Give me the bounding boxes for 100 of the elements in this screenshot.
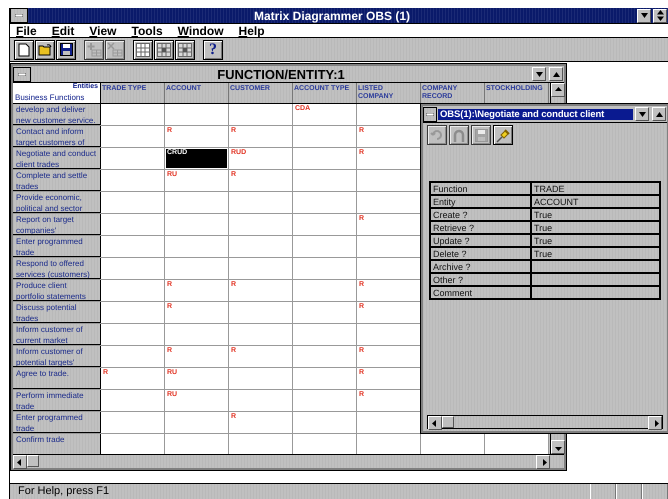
menu-item[interactable]: Tools bbox=[126, 24, 172, 38]
property-value[interactable]: True bbox=[531, 221, 660, 234]
matrix-cell[interactable] bbox=[165, 214, 229, 235]
matrix-cell[interactable] bbox=[293, 280, 357, 301]
matrix-cell[interactable] bbox=[101, 126, 165, 147]
matrix-cell[interactable] bbox=[101, 148, 165, 169]
minimize-button[interactable] bbox=[532, 67, 546, 81]
matrix-cell[interactable] bbox=[293, 214, 357, 235]
matrix-cell[interactable] bbox=[357, 324, 421, 345]
system-menu-button[interactable] bbox=[423, 106, 437, 122]
matrix-cell[interactable] bbox=[165, 434, 229, 454]
matrix-cell[interactable] bbox=[357, 434, 421, 454]
matrix-cell[interactable] bbox=[293, 412, 357, 433]
matrix-cell[interactable] bbox=[357, 170, 421, 191]
matrix-cell[interactable] bbox=[165, 104, 229, 125]
maximize-button[interactable] bbox=[652, 107, 666, 121]
matrix-cell[interactable] bbox=[293, 236, 357, 257]
matrix-cell[interactable] bbox=[293, 434, 357, 454]
scroll-thumb[interactable] bbox=[27, 455, 39, 467]
matrix-cell[interactable] bbox=[101, 390, 165, 411]
toolbar-button[interactable] bbox=[133, 40, 153, 60]
scroll-left-button[interactable] bbox=[428, 416, 442, 430]
matrix-cell[interactable] bbox=[101, 214, 165, 235]
matrix-cell[interactable] bbox=[229, 368, 293, 389]
matrix-cell[interactable] bbox=[421, 434, 485, 454]
matrix-cell[interactable] bbox=[293, 368, 357, 389]
matrix-cell[interactable] bbox=[101, 346, 165, 367]
matrix-cell[interactable] bbox=[229, 390, 293, 411]
toolbar-button[interactable] bbox=[35, 40, 55, 60]
matrix-cell[interactable] bbox=[229, 258, 293, 279]
matrix-cell[interactable] bbox=[293, 346, 357, 367]
scroll-up-button[interactable] bbox=[551, 83, 565, 97]
scroll-right-button[interactable] bbox=[648, 416, 662, 430]
matrix-cell[interactable] bbox=[101, 302, 165, 323]
property-value[interactable]: ACCOUNT bbox=[531, 195, 660, 208]
property-value[interactable] bbox=[531, 286, 660, 299]
matrix-cell[interactable] bbox=[165, 236, 229, 257]
matrix-cell[interactable] bbox=[101, 104, 165, 125]
toolbar-button[interactable] bbox=[154, 40, 174, 60]
matrix-cell[interactable] bbox=[165, 192, 229, 213]
property-value[interactable]: True bbox=[531, 234, 660, 247]
matrix-cell[interactable] bbox=[101, 412, 165, 433]
property-value[interactable]: True bbox=[531, 247, 660, 260]
matrix-cell[interactable] bbox=[229, 236, 293, 257]
toolbar-button[interactable] bbox=[56, 40, 76, 60]
matrix-cell[interactable] bbox=[101, 192, 165, 213]
system-menu-button[interactable] bbox=[10, 8, 28, 23]
matrix-cell[interactable] bbox=[229, 324, 293, 345]
matrix-cell[interactable] bbox=[293, 324, 357, 345]
property-value[interactable]: True bbox=[531, 208, 660, 221]
horizontal-scrollbar[interactable] bbox=[13, 454, 564, 468]
matrix-cell[interactable] bbox=[229, 192, 293, 213]
matrix-cell[interactable] bbox=[229, 302, 293, 323]
menu-item[interactable]: View bbox=[83, 24, 126, 38]
matrix-cell[interactable] bbox=[357, 192, 421, 213]
matrix-cell[interactable] bbox=[229, 214, 293, 235]
matrix-cell[interactable] bbox=[229, 104, 293, 125]
help-button[interactable]: ? bbox=[203, 40, 223, 60]
scroll-thumb[interactable] bbox=[442, 416, 454, 428]
matrix-cell[interactable] bbox=[357, 104, 421, 125]
matrix-cell[interactable] bbox=[293, 126, 357, 147]
matrix-cell[interactable] bbox=[293, 390, 357, 411]
scroll-down-button[interactable] bbox=[551, 440, 565, 454]
scroll-right-button[interactable] bbox=[536, 455, 550, 469]
horizontal-scrollbar[interactable] bbox=[427, 415, 663, 429]
matrix-cell[interactable] bbox=[165, 412, 229, 433]
menu-item[interactable]: Window bbox=[172, 24, 233, 38]
property-value[interactable] bbox=[531, 273, 660, 286]
matrix-cell[interactable] bbox=[357, 236, 421, 257]
scroll-left-button[interactable] bbox=[13, 455, 27, 469]
menu-item[interactable]: Help bbox=[232, 24, 274, 38]
matrix-cell[interactable] bbox=[229, 434, 293, 454]
property-value[interactable] bbox=[531, 260, 660, 273]
maximize-button[interactable] bbox=[549, 67, 563, 81]
minimize-button[interactable] bbox=[637, 8, 651, 22]
matrix-cell[interactable] bbox=[165, 324, 229, 345]
matrix-cell[interactable] bbox=[101, 170, 165, 191]
minimize-button[interactable] bbox=[635, 107, 649, 121]
matrix-cell[interactable] bbox=[101, 434, 165, 454]
property-value[interactable]: TRADE bbox=[531, 182, 660, 195]
maximize-button[interactable] bbox=[653, 8, 667, 22]
matrix-cell[interactable] bbox=[101, 236, 165, 257]
matrix-cell[interactable] bbox=[293, 148, 357, 169]
matrix-cell[interactable] bbox=[165, 258, 229, 279]
toolbar-button[interactable] bbox=[14, 40, 34, 60]
matrix-cell[interactable] bbox=[485, 434, 549, 454]
menu-item[interactable]: Edit bbox=[46, 24, 84, 38]
toolbar-button[interactable] bbox=[493, 125, 513, 145]
matrix-cell[interactable] bbox=[293, 302, 357, 323]
matrix-cell[interactable] bbox=[293, 192, 357, 213]
menu-item[interactable]: File bbox=[10, 24, 46, 38]
matrix-cell[interactable] bbox=[293, 258, 357, 279]
system-menu-button[interactable] bbox=[13, 66, 31, 82]
matrix-cell[interactable] bbox=[357, 412, 421, 433]
matrix-cell[interactable] bbox=[101, 258, 165, 279]
matrix-cell[interactable] bbox=[357, 258, 421, 279]
matrix-cell[interactable] bbox=[101, 280, 165, 301]
toolbar-button[interactable] bbox=[175, 40, 195, 60]
matrix-cell[interactable] bbox=[101, 324, 165, 345]
matrix-cell[interactable] bbox=[293, 170, 357, 191]
